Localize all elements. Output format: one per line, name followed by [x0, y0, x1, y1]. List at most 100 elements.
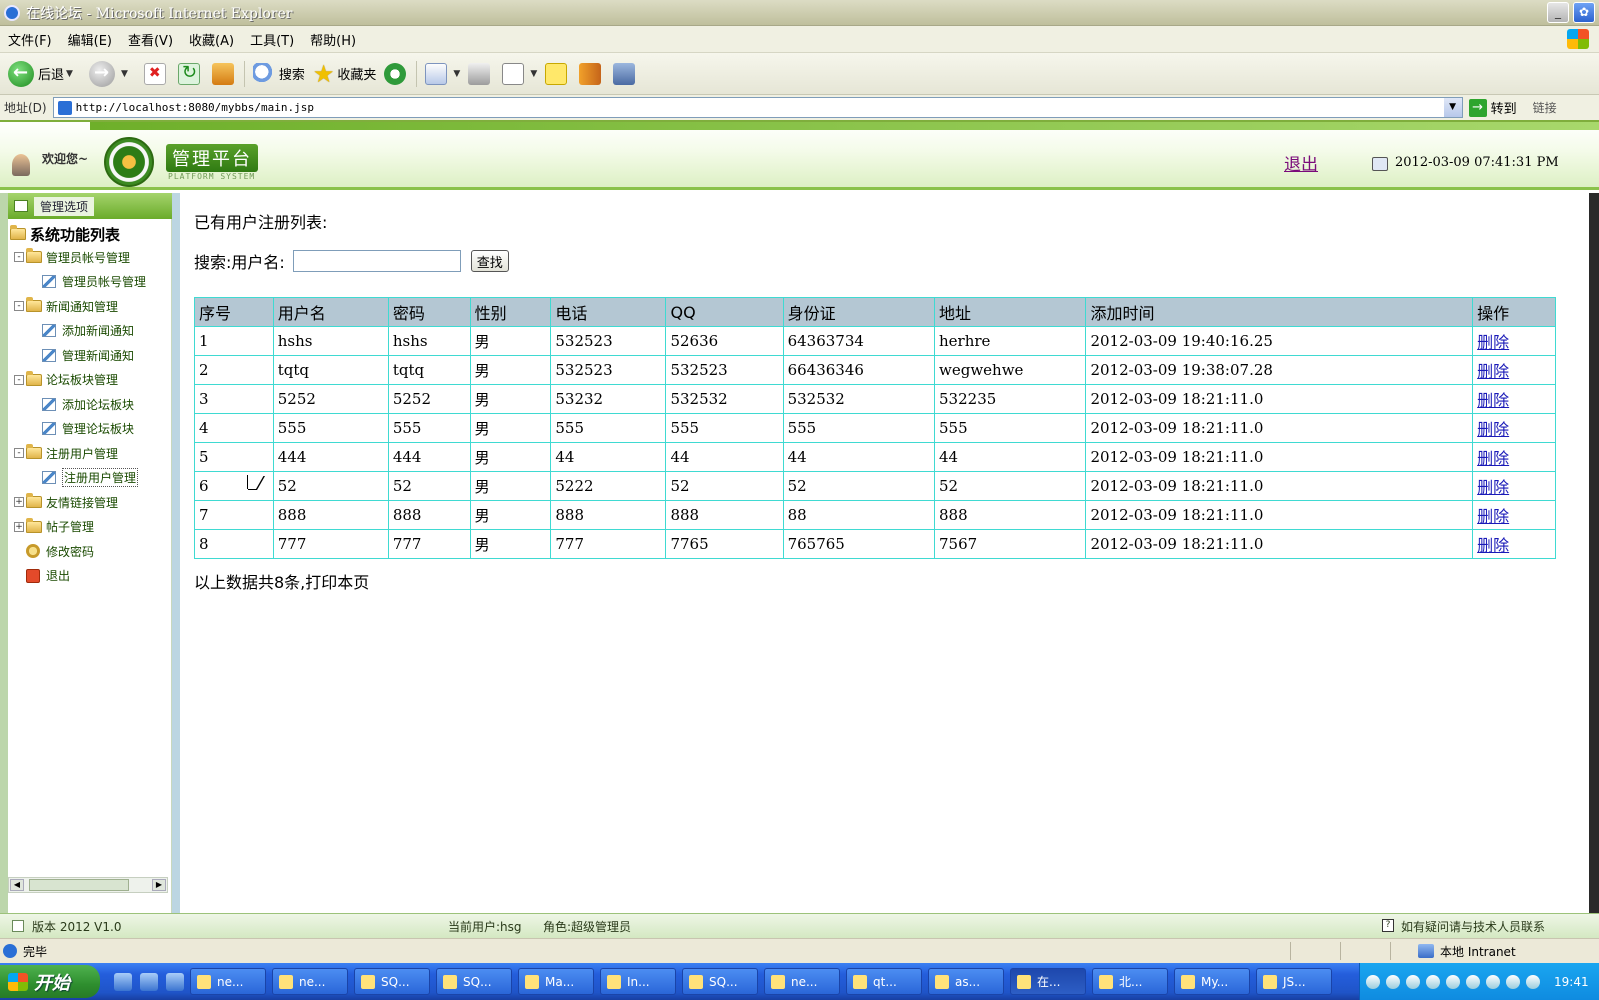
- sidebar-item-friend-links[interactable]: + 友情链接管理: [8, 490, 172, 515]
- delete-link[interactable]: 删除: [1477, 362, 1509, 381]
- delete-link[interactable]: 删除: [1477, 333, 1509, 352]
- back-dropdown-icon[interactable]: ▼: [66, 69, 73, 79]
- delete-link[interactable]: 删除: [1477, 507, 1509, 526]
- quicklaunch-desktop-icon[interactable]: [140, 972, 158, 991]
- links-button[interactable]: 链接: [1533, 99, 1557, 116]
- forward-button[interactable]: ▼: [88, 60, 128, 87]
- task-button[interactable]: ne...: [764, 968, 840, 995]
- logout-link[interactable]: 退出: [1284, 150, 1318, 175]
- restore-button[interactable]: ✿: [1573, 2, 1595, 23]
- task-button[interactable]: ne...: [190, 968, 266, 995]
- task-button[interactable]: SQ...: [436, 968, 512, 995]
- minimize-button[interactable]: _: [1547, 2, 1569, 23]
- tree-root[interactable]: 系统功能列表: [10, 223, 172, 245]
- sidebar-item-add-news[interactable]: 添加新闻通知: [8, 319, 172, 344]
- tray-qq-icon[interactable]: [1446, 974, 1460, 989]
- refresh-button[interactable]: [177, 62, 204, 85]
- delete-link[interactable]: 删除: [1477, 391, 1509, 410]
- sidebar-item-posts[interactable]: + 帖子管理: [8, 515, 172, 540]
- tray-network-icon[interactable]: [1466, 974, 1480, 989]
- back-button[interactable]: 后退 ▼: [8, 60, 73, 87]
- delete-link[interactable]: 删除: [1477, 420, 1509, 439]
- username-search-input[interactable]: [292, 250, 461, 272]
- address-input[interactable]: http://localhost:8080/mybbs/main.jsp ▼: [52, 97, 1463, 118]
- tray-app-icon[interactable]: [1506, 974, 1520, 989]
- task-button[interactable]: My...: [1174, 968, 1250, 995]
- cell-password: 555: [387, 413, 471, 443]
- task-button[interactable]: ne...: [272, 968, 348, 995]
- sidebar-item-exit[interactable]: 退出: [8, 564, 172, 589]
- delete-link[interactable]: 删除: [1477, 478, 1509, 497]
- sidebar-item-admin-accounts-manage[interactable]: 管理员帐号管理: [8, 270, 172, 295]
- favorites-button[interactable]: ★ 收藏夹: [313, 60, 377, 88]
- address-url[interactable]: http://localhost:8080/mybbs/main.jsp: [76, 101, 314, 114]
- task-button[interactable]: SQ...: [682, 968, 758, 995]
- task-button[interactable]: SQ...: [354, 968, 430, 995]
- sidebar-item-add-board[interactable]: 添加论坛板块: [8, 392, 172, 417]
- go-button[interactable]: → 转到: [1468, 98, 1517, 117]
- collapse-icon[interactable]: -: [14, 448, 24, 459]
- stop-button[interactable]: [143, 62, 170, 85]
- messenger-button[interactable]: [613, 62, 639, 85]
- mail-dropdown-icon[interactable]: ▼: [453, 69, 460, 79]
- menu-file[interactable]: 文件(F): [8, 30, 52, 49]
- collapse-icon[interactable]: -: [14, 301, 24, 312]
- tray-keyboard-icon[interactable]: [1366, 974, 1380, 989]
- sidebar-item-manage-users[interactable]: 注册用户管理: [8, 466, 172, 491]
- tray-back-icon[interactable]: [1386, 974, 1400, 989]
- tray-update-icon[interactable]: [1526, 974, 1540, 989]
- quicklaunch-ie-icon[interactable]: [114, 972, 132, 991]
- task-button[interactable]: In...: [600, 968, 676, 995]
- task-button[interactable]: JS...: [1256, 968, 1332, 995]
- sidebar-item-admin-accounts[interactable]: - 管理员帐号管理: [8, 245, 172, 270]
- menu-edit[interactable]: 编辑(E): [68, 30, 112, 49]
- expand-icon[interactable]: +: [14, 497, 24, 508]
- home-button[interactable]: [211, 62, 238, 85]
- collapse-icon[interactable]: -: [14, 252, 24, 263]
- sidebar-item-change-password[interactable]: 修改密码: [8, 539, 172, 564]
- tray-app-icon[interactable]: [1426, 974, 1440, 989]
- find-button[interactable]: 查找: [470, 250, 509, 272]
- menu-tools[interactable]: 工具(T): [250, 30, 294, 49]
- address-dropdown-icon[interactable]: ▼: [1443, 98, 1462, 117]
- task-button[interactable]: 北...: [1092, 968, 1168, 995]
- sql-icon: [361, 974, 375, 989]
- tray-app-icon[interactable]: [1486, 974, 1500, 989]
- edit-dropdown-icon[interactable]: ▼: [530, 69, 537, 79]
- collapse-icon[interactable]: -: [14, 374, 24, 385]
- delete-link[interactable]: 删除: [1477, 536, 1509, 555]
- task-button-active[interactable]: 在...: [1010, 968, 1086, 995]
- edit-button[interactable]: ▼: [502, 62, 537, 85]
- scroll-thumb[interactable]: [29, 879, 129, 891]
- quicklaunch-media-icon[interactable]: [166, 972, 184, 991]
- sidebar-tab-label[interactable]: 管理选项: [34, 196, 95, 216]
- sidebar-item-news[interactable]: - 新闻通知管理: [8, 294, 172, 319]
- scroll-right-icon[interactable]: ▶: [152, 879, 166, 891]
- delete-link[interactable]: 删除: [1477, 449, 1509, 468]
- start-button[interactable]: 开始: [0, 965, 100, 998]
- sidebar-item-registered-users[interactable]: - 注册用户管理: [8, 441, 172, 466]
- frame-divider[interactable]: [172, 193, 180, 913]
- sidebar-item-manage-news[interactable]: 管理新闻通知: [8, 343, 172, 368]
- research-button[interactable]: [579, 62, 605, 85]
- task-button[interactable]: Ma...: [518, 968, 594, 995]
- forward-dropdown-icon[interactable]: ▼: [121, 69, 128, 79]
- sidebar-item-boards[interactable]: - 论坛板块管理: [8, 368, 172, 393]
- mail-button[interactable]: ▼: [425, 62, 460, 85]
- expand-icon[interactable]: +: [14, 521, 24, 532]
- scroll-left-icon[interactable]: ◀: [10, 879, 24, 891]
- menu-view[interactable]: 查看(V): [128, 30, 173, 49]
- sidebar-horizontal-scrollbar[interactable]: ◀ ▶: [8, 877, 168, 893]
- history-button[interactable]: [384, 62, 410, 85]
- print-button[interactable]: [468, 62, 494, 85]
- task-button[interactable]: qt...: [846, 968, 922, 995]
- discuss-button[interactable]: [545, 62, 571, 85]
- tray-network-icon[interactable]: [1406, 974, 1420, 989]
- sidebar-item-manage-boards[interactable]: 管理论坛板块: [8, 417, 172, 442]
- document-icon: [12, 920, 24, 932]
- cell-password: 777: [387, 529, 471, 559]
- search-button[interactable]: 搜索: [252, 62, 305, 85]
- menu-help[interactable]: 帮助(H): [310, 30, 356, 49]
- task-button[interactable]: as...: [928, 968, 1004, 995]
- menu-favorites[interactable]: 收藏(A): [189, 30, 234, 49]
